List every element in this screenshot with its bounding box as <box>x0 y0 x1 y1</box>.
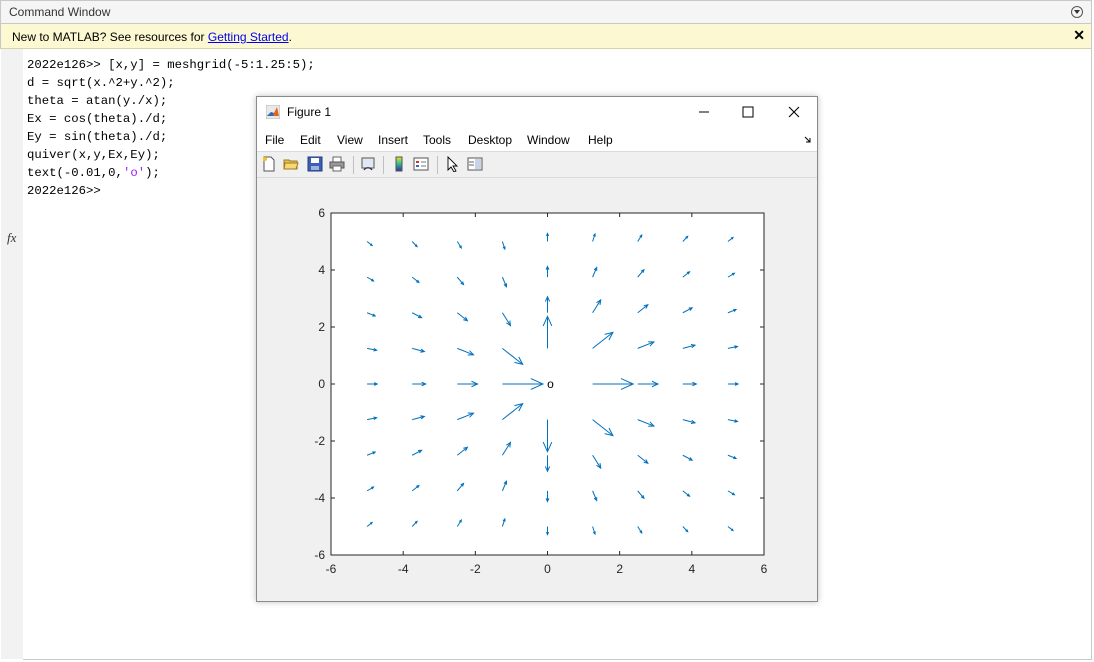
quiver-plot[interactable]: -6 -4 -2 0 2 4 6 -6 -4 -2 0 2 4 6 o <box>257 179 817 601</box>
y-tick-label: 6 <box>318 206 325 220</box>
menu-desktop[interactable]: Desktop <box>468 133 512 147</box>
banner-close-icon[interactable]: ✕ <box>1073 27 1085 44</box>
figure-toolbar <box>257 151 817 178</box>
print-icon[interactable] <box>329 156 345 172</box>
code-line: d = sqrt(x.^2+y.^2); <box>27 76 175 90</box>
minimize-icon[interactable] <box>681 97 727 127</box>
toolbar-separator <box>353 156 354 174</box>
menu-insert[interactable]: Insert <box>378 133 408 147</box>
banner-text-tail: . <box>288 30 292 44</box>
new-figure-icon[interactable] <box>261 156 277 172</box>
code-line: 2022e126>> [x,y] = meshgrid(-5:1.25:5); <box>27 58 315 72</box>
figure-menubar: File Edit View Insert Tools Desktop Wind… <box>257 127 817 151</box>
maximize-icon[interactable] <box>725 97 771 127</box>
menu-help[interactable]: Help <box>588 133 613 147</box>
panel-menu-icon[interactable] <box>1071 6 1083 18</box>
pointer-icon[interactable] <box>445 156 461 172</box>
dock-arrow-icon[interactable] <box>803 135 813 145</box>
banner-text: New to MATLAB? See resources for Getting… <box>12 30 292 44</box>
banner-text-lead: New to MATLAB? See resources for <box>12 30 208 44</box>
y-tick-label: -6 <box>314 548 325 562</box>
command-gutter: fx <box>1 49 24 659</box>
property-editor-icon[interactable] <box>467 156 483 172</box>
toolbar-separator <box>383 156 384 174</box>
y-tick-label: 2 <box>318 320 325 334</box>
matlab-logo-icon <box>266 105 280 119</box>
x-tick-label: 0 <box>544 562 551 576</box>
y-tick-label: 0 <box>318 377 325 391</box>
open-file-icon[interactable] <box>283 156 299 172</box>
x-tick-label: -2 <box>470 562 481 576</box>
y-tick-label: -4 <box>314 491 325 505</box>
x-tick-label: 2 <box>616 562 623 576</box>
string-literal: 'o' <box>122 166 146 180</box>
menu-edit[interactable]: Edit <box>300 133 321 147</box>
figure-title: Figure 1 <box>287 105 332 119</box>
getting-started-link[interactable]: Getting Started <box>208 30 289 44</box>
plot-area[interactable]: -6 -4 -2 0 2 4 6 -6 -4 -2 0 2 4 6 o <box>257 179 817 601</box>
colorbar-icon[interactable] <box>391 156 407 172</box>
menu-window[interactable]: Window <box>527 133 570 147</box>
command-window-title: Command Window <box>9 5 111 19</box>
annotation-text: o <box>547 377 554 391</box>
figure-window[interactable]: Figure 1 File Edit View Insert Tools Des… <box>256 96 818 602</box>
y-tick-label: 4 <box>318 263 325 277</box>
y-tick-label: -2 <box>314 434 325 448</box>
command-window-titlebar: Command Window <box>0 0 1092 24</box>
legend-icon[interactable] <box>413 156 429 172</box>
menu-file[interactable]: File <box>265 133 284 147</box>
save-icon[interactable] <box>307 156 323 172</box>
fx-icon[interactable]: fx <box>7 230 16 246</box>
code-line-text: text(-0.01,0, <box>27 166 123 180</box>
toolbar-separator <box>437 156 438 174</box>
getting-started-banner: New to MATLAB? See resources for Getting… <box>0 24 1092 49</box>
close-icon[interactable] <box>771 97 817 127</box>
menu-tools[interactable]: Tools <box>423 133 451 147</box>
x-tick-label: -4 <box>398 562 409 576</box>
x-tick-label: 6 <box>761 562 768 576</box>
link-plot-icon[interactable] <box>360 156 376 172</box>
menu-view[interactable]: View <box>337 133 363 147</box>
x-tick-label: -6 <box>326 562 337 576</box>
x-tick-label: 4 <box>688 562 695 576</box>
code-line-end: ); <box>145 166 160 180</box>
figure-titlebar[interactable]: Figure 1 <box>257 97 817 127</box>
